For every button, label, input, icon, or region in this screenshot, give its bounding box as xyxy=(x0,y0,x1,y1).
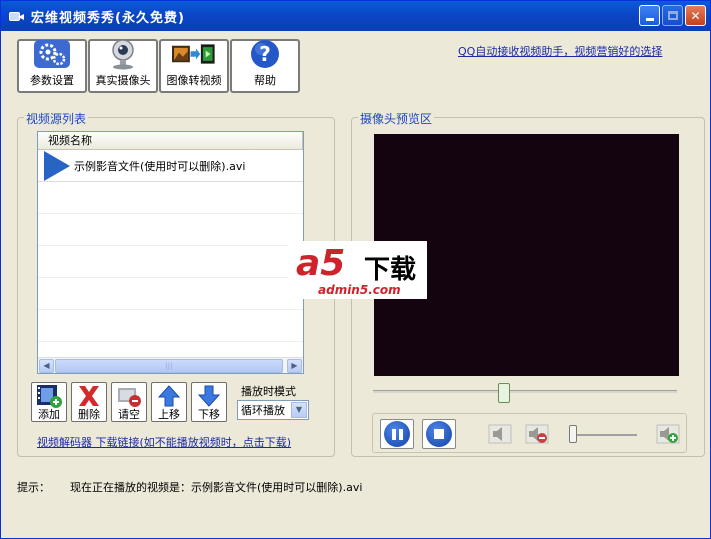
svg-text:?: ? xyxy=(259,42,271,66)
window-title: 宏维视频秀秀(永久免费) xyxy=(31,10,185,26)
chevron-down-icon[interactable]: ▼ xyxy=(291,402,307,418)
status-label: 提示： xyxy=(17,481,50,494)
column-header-video-name[interactable]: 视频名称 xyxy=(38,132,303,150)
delete-button[interactable]: 删除 xyxy=(71,382,107,422)
image-to-video-button[interactable]: 图像转视频 xyxy=(159,39,229,93)
scrollbar-thumb[interactable]: ||| xyxy=(55,359,283,373)
list-item-empty xyxy=(38,246,303,278)
clear-icon xyxy=(114,384,144,408)
settings-button[interactable]: 参数设置 xyxy=(17,39,87,93)
pause-button[interactable] xyxy=(380,419,414,449)
close-button[interactable]: ✕ xyxy=(685,5,706,26)
seek-slider-thumb[interactable] xyxy=(498,383,510,403)
play-mode-label: 播放时模式 xyxy=(241,385,296,398)
webcam-app-icon xyxy=(7,7,25,25)
list-item-empty xyxy=(38,214,303,246)
maximize-icon xyxy=(667,11,678,20)
play-arrow-icon xyxy=(44,150,70,181)
move-down-label: 下移 xyxy=(198,408,220,421)
codec-download-text[interactable]: 下载链接 xyxy=(96,436,140,449)
codec-prefix[interactable]: 视频解码器 xyxy=(37,436,96,449)
scroll-left-icon[interactable]: ◀ xyxy=(39,359,54,373)
list-item-empty xyxy=(38,278,303,310)
watermark-text: 下载 xyxy=(364,255,417,285)
settings-label: 参数设置 xyxy=(30,74,74,87)
qq-promo-link[interactable]: QQ自动接收视频助手，视频营销好的选择 xyxy=(458,43,662,59)
codec-suffix[interactable]: (如不能播放视频时，点击下载) xyxy=(140,436,292,449)
status-bar: 提示： 现在正在播放的视频是：示例影音文件(使用时可以删除).avi xyxy=(17,479,362,495)
scroll-right-icon[interactable]: ▶ xyxy=(287,359,302,373)
volume-button[interactable] xyxy=(483,421,517,447)
camera-preview-title: 摄像头预览区 xyxy=(358,110,435,127)
delete-x-icon xyxy=(74,384,104,408)
horizontal-scrollbar[interactable]: ◀ ||| ▶ xyxy=(38,357,303,373)
list-item[interactable]: 示例影音文件(使用时可以删除).avi xyxy=(38,150,303,182)
pause-icon xyxy=(391,428,403,440)
codec-download-link[interactable]: 视频解码器 下载链接(如不能播放视频时，点击下载) xyxy=(37,434,291,450)
film-convert-icon xyxy=(172,38,216,70)
webcam-icon xyxy=(101,38,145,70)
stop-icon xyxy=(434,429,444,439)
speaker-icon xyxy=(488,424,512,444)
watermark-brand: a5 xyxy=(296,243,346,284)
gears-icon xyxy=(30,38,74,70)
help-label: 帮助 xyxy=(254,74,276,87)
help-icon: ? xyxy=(243,38,287,70)
app-window: 宏维视频秀秀(永久免费) ✕ 参数设置 真实摄像头 图像转视频 ? 帮助 QQ自… xyxy=(0,0,711,539)
add-button[interactable]: 添加 xyxy=(31,382,67,422)
arrow-down-icon xyxy=(194,384,224,408)
help-button[interactable]: ? 帮助 xyxy=(230,39,300,93)
volume-track[interactable] xyxy=(575,434,637,436)
add-film-icon xyxy=(34,384,64,408)
move-up-button[interactable]: 上移 xyxy=(151,382,187,422)
move-down-button[interactable]: 下移 xyxy=(191,382,227,422)
seek-track[interactable] xyxy=(373,390,677,393)
title-bar[interactable]: 宏维视频秀秀(永久免费) ✕ xyxy=(1,1,710,31)
watermark-site: admin5.com xyxy=(318,283,401,297)
arrow-up-icon xyxy=(154,384,184,408)
move-up-label: 上移 xyxy=(158,408,180,421)
video-list[interactable]: 视频名称 示例影音文件(使用时可以删除).avi ◀ ||| ▶ xyxy=(37,131,304,374)
speaker-plus-icon xyxy=(656,424,680,444)
volume-slider-thumb[interactable] xyxy=(569,425,577,443)
list-item-label: 示例影音文件(使用时可以删除).avi xyxy=(74,159,246,173)
image-to-video-label: 图像转视频 xyxy=(166,74,222,87)
speaker-mute-icon xyxy=(525,424,549,444)
mute-button[interactable] xyxy=(520,421,554,447)
a5-watermark: a5 下载 admin5.com xyxy=(288,241,427,299)
maximize-button xyxy=(662,5,683,26)
volume-up-button[interactable] xyxy=(651,421,685,447)
status-message: 现在正在播放的视频是：示例影音文件(使用时可以删除).avi xyxy=(70,481,363,494)
clear-label: 请空 xyxy=(118,408,140,421)
play-mode-select[interactable]: 循环播放 ▼ xyxy=(237,400,309,420)
minimize-button[interactable] xyxy=(639,5,660,26)
real-camera-label: 真实摄像头 xyxy=(95,74,151,87)
real-camera-button[interactable]: 真实摄像头 xyxy=(88,39,158,93)
play-mode-value: 循环播放 xyxy=(241,404,285,417)
main-toolbar: 参数设置 真实摄像头 图像转视频 ? 帮助 xyxy=(17,39,300,93)
stop-button[interactable] xyxy=(422,419,456,449)
add-label: 添加 xyxy=(38,408,60,421)
close-icon: ✕ xyxy=(690,8,701,23)
delete-label: 删除 xyxy=(78,408,100,421)
list-item-empty xyxy=(38,182,303,214)
minimize-icon xyxy=(645,18,654,21)
list-item-empty xyxy=(38,310,303,342)
clear-button[interactable]: 请空 xyxy=(111,382,147,422)
source-list-title: 视频源列表 xyxy=(24,110,89,127)
